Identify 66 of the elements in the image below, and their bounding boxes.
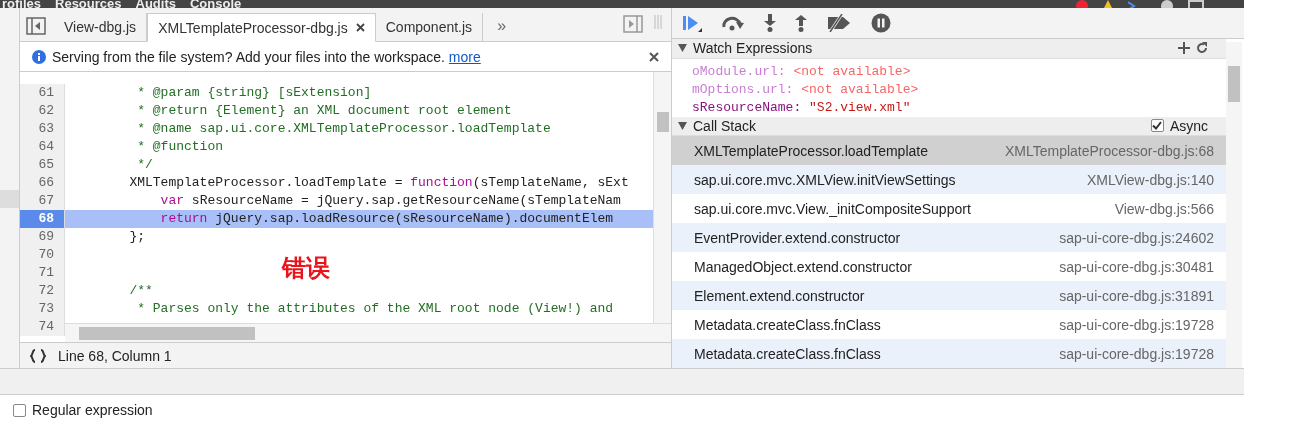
resize-handle[interactable] [0,190,19,208]
scrollbar[interactable] [1226,42,1242,368]
info-message: Serving from the file system? Add your files into the workspace. more [52,48,481,65]
expand-triangle-icon[interactable] [678,44,687,53]
call-frame[interactable]: sap.ui.core.mvc.XMLView.initViewSettings XMLView-dbg.js:140 [672,165,1226,194]
watch-expression: mOptions.url: <not available> [692,80,920,99]
line-number[interactable]: 62 [20,102,65,120]
code-line: * @function [136,138,225,156]
step-into-icon[interactable] [764,14,776,33]
line-number[interactable]: 61 [20,84,65,102]
more-link[interactable]: more [448,48,481,65]
code-line: */ [136,156,154,174]
code-line: /** [128,282,154,300]
regex-checkbox[interactable] [13,403,26,417]
line-number[interactable]: 70 [20,246,65,264]
line-number[interactable]: 72 [20,282,65,300]
code-line: var sResourceName = jQuery.sap.getResourceName(sTemplateNam [159,192,622,210]
call-frame[interactable]: Element.extend.constructor sap-ui-core-dbg.js:31891 [672,281,1226,310]
section-title: Call Stack [693,117,757,134]
section-title: Watch Expressions [693,40,813,57]
step-over-icon[interactable] [721,15,745,32]
refresh-icon[interactable] [1196,42,1208,55]
code-line: * Parses only the attributes of the XML root node (View!) and [136,300,615,318]
add-icon[interactable] [1178,42,1190,55]
pause-icon[interactable] [871,13,891,34]
line-number[interactable]: 71 [20,264,65,282]
watch-expression: sResourceName: "S2.view.xml" [692,98,912,117]
code-line: * @param {string} [sExtension] [136,84,373,102]
step-out-icon[interactable] [795,14,807,33]
call-frame[interactable]: Metadata.createClass.fnClass sap-ui-core-dbg.js:19728 [672,339,1226,368]
async-label: Async [1169,117,1208,134]
line-number[interactable]: 67 [20,192,65,210]
close-icon[interactable] [355,23,365,32]
more-tabs-button[interactable]: » [497,17,507,35]
grip-icon [653,15,663,29]
line-number[interactable]: 63 [20,120,65,138]
file-tab[interactable]: Component.js [375,13,484,41]
info-icon [32,49,46,64]
cursor-position: Line 68, Column 1 [58,347,172,364]
line-number[interactable]: 73 [20,300,65,318]
line-number[interactable]: 65 [20,156,65,174]
code-line: XMLTemplateProcessor.loadTemplate = function(sTemplateName, sExt [128,174,630,192]
async-checkbox[interactable] [1150,119,1164,133]
section-header[interactable]: Call Stack Async [672,116,1226,136]
annotation-text: 错误 [282,253,330,283]
code-line: * @return {Element} an XML document root element [136,102,513,120]
call-frame[interactable]: XMLTemplateProcessor.loadTemplate XMLTemplateProcessor-dbg.js:68 [672,136,1226,165]
sidebar-toggle-icon[interactable] [26,17,46,35]
line-number[interactable]: 69 [20,228,65,246]
file-tab[interactable]: XMLTemplateProcessor-dbg.js [147,13,376,42]
watch-expression: oModule.url: <not available> [692,62,912,81]
line-number[interactable]: 66 [20,174,65,192]
line-number[interactable]: 64 [20,138,65,156]
close-icon[interactable] [649,51,659,62]
debugger-toggle-icon[interactable] [623,15,643,33]
line-number[interactable]: 74 [20,318,65,336]
deactivate-breakpoints-icon[interactable] [826,14,852,33]
code-line: }; [128,228,146,246]
call-frame[interactable]: EventProvider.extend.constructor sap-ui-core-dbg.js:24602 [672,223,1226,252]
regex-label: Regular expression [32,402,153,418]
expand-triangle-icon[interactable] [678,121,687,130]
section-header[interactable]: Watch Expressions [672,39,1226,59]
pretty-print-icon[interactable] [30,348,46,363]
code-line: * @name sap.ui.core.XMLTemplateProcessor.loadTemplate [136,120,552,138]
scrollbar[interactable] [65,323,671,342]
resume-icon[interactable] [682,14,702,33]
